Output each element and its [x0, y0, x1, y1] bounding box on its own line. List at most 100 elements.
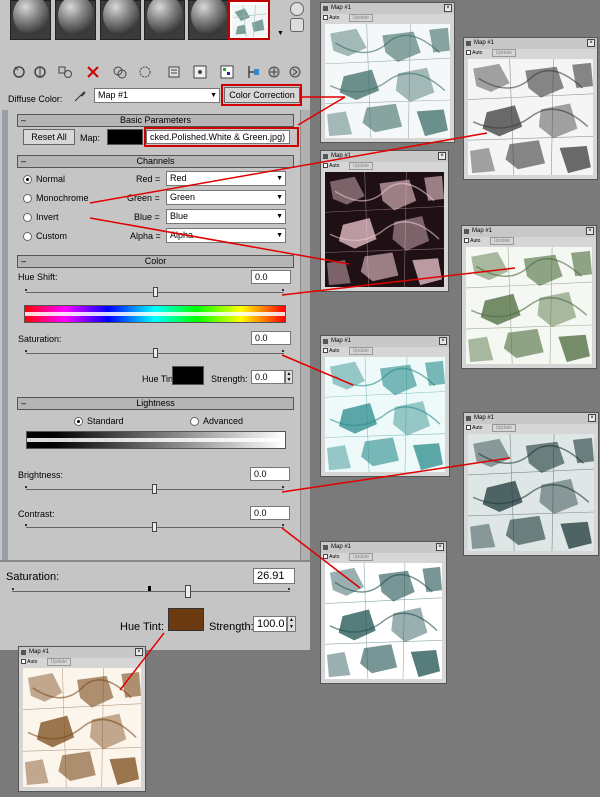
green-channel-select[interactable]: Green ▼ — [166, 190, 286, 205]
map-preview-window-contrast[interactable]: Map #1 × Auto Update — [320, 541, 447, 684]
map-preview-window-monochrome[interactable]: Map #1 × Auto Update — [463, 37, 598, 180]
sample-slot-4[interactable] — [144, 0, 185, 40]
zoom-hue-tint-swatch[interactable] — [168, 608, 204, 631]
sample-slot-3[interactable] — [100, 0, 141, 40]
sample-slot-active[interactable] — [228, 0, 270, 40]
close-icon[interactable]: × — [135, 648, 143, 656]
sample-type-icon[interactable] — [290, 2, 304, 16]
red-channel-select[interactable]: Red ▼ — [166, 171, 286, 186]
map-preview-window-brightness[interactable]: Map #1 × Auto Update — [463, 412, 599, 556]
zoom-saturation-input[interactable]: 26.91 — [253, 568, 295, 584]
update-button[interactable]: Update — [348, 347, 373, 355]
auto-checkbox[interactable] — [466, 50, 471, 56]
copy-material-icon[interactable] — [112, 64, 128, 80]
blue-channel-select[interactable]: Blue ▼ — [166, 209, 286, 224]
contrast-input[interactable]: 0.0 — [250, 506, 290, 520]
window-title-bar[interactable]: Map #1 × — [321, 151, 448, 162]
auto-checkbox[interactable] — [466, 425, 471, 431]
update-button[interactable]: Update — [348, 162, 373, 170]
strength-spinner-icon[interactable]: ▲ ▼ — [285, 370, 293, 384]
map-swatch[interactable] — [107, 129, 143, 145]
update-button[interactable]: Update — [348, 14, 373, 22]
brightness-thumb[interactable] — [152, 484, 157, 494]
map-name-field[interactable]: Map #1 ▼ — [94, 88, 220, 103]
basic-parameters-rollout[interactable]: – Basic Parameters — [17, 114, 294, 127]
unique-icon[interactable] — [137, 64, 153, 80]
lightness-rollout[interactable]: – Lightness — [17, 397, 294, 410]
update-button[interactable]: Update — [491, 49, 516, 57]
update-button[interactable]: Update — [46, 658, 71, 666]
alpha-channel-select[interactable]: Alpha ▼ — [166, 228, 286, 243]
window-title-bar[interactable]: Map #1 × — [321, 542, 446, 553]
auto-checkbox[interactable] — [21, 659, 26, 665]
window-title-bar[interactable]: Map #1 × — [464, 38, 597, 49]
assign-material-icon[interactable] — [57, 64, 73, 80]
auto-checkbox[interactable] — [323, 348, 328, 354]
invert-radio[interactable] — [23, 213, 32, 222]
saturation-thumb[interactable] — [153, 348, 158, 358]
update-button[interactable]: Update — [491, 424, 516, 432]
close-icon[interactable]: × — [587, 39, 595, 47]
pick-material-icon[interactable] — [73, 89, 87, 103]
strength-input[interactable]: 0.0 — [251, 370, 285, 384]
advanced-radio[interactable] — [190, 417, 199, 426]
saturation-input[interactable]: 0.0 — [251, 331, 291, 345]
get-material-icon[interactable] — [12, 64, 28, 80]
show-map-icon[interactable] — [219, 64, 235, 80]
zoom-saturation-track[interactable] — [12, 591, 290, 592]
window-title-bar[interactable]: Map #1 × — [462, 226, 596, 237]
put-to-library-icon[interactable] — [166, 64, 182, 80]
slider-tick — [282, 524, 284, 526]
update-button[interactable]: Update — [348, 553, 373, 561]
auto-checkbox[interactable] — [323, 163, 328, 169]
close-icon[interactable]: × — [439, 337, 447, 345]
hue-tint-swatch[interactable] — [172, 366, 204, 385]
reset-all-button[interactable]: Reset All — [23, 129, 75, 145]
auto-checkbox[interactable] — [323, 554, 328, 560]
map-preview-window-saturation[interactable]: Map #1 × Auto Update — [320, 335, 450, 477]
auto-checkbox[interactable] — [323, 15, 328, 21]
window-title-bar[interactable]: Map #1 × — [464, 413, 598, 424]
custom-radio[interactable] — [23, 232, 32, 241]
put-material-icon[interactable] — [32, 64, 48, 80]
brightness-input[interactable]: 0.0 — [250, 467, 290, 481]
scroll-down-icon[interactable]: ▼ — [277, 30, 284, 37]
close-icon[interactable]: × — [444, 4, 452, 12]
zoom-saturation-thumb[interactable] — [185, 585, 192, 598]
close-icon[interactable]: × — [436, 543, 444, 551]
update-button[interactable]: Update — [489, 237, 514, 245]
contrast-thumb[interactable] — [152, 522, 157, 532]
sample-slot-5[interactable] — [188, 0, 229, 40]
auto-checkbox[interactable] — [464, 238, 469, 244]
close-icon[interactable]: × — [586, 227, 594, 235]
sample-slot-1[interactable] — [10, 0, 51, 40]
normal-radio[interactable] — [23, 175, 32, 184]
map-preview-window-hue-tint[interactable]: Map #1 × Auto Update — [18, 646, 146, 792]
go-forward-icon[interactable] — [287, 64, 303, 80]
map-preview-window-invert[interactable]: Map #1 × Auto Update — [320, 150, 449, 292]
channels-rollout[interactable]: – Channels — [17, 155, 294, 168]
hue-shift-input[interactable]: 0.0 — [251, 270, 291, 284]
color-rollout[interactable]: – Color — [17, 255, 294, 268]
map-preview-window-original[interactable]: Map #1 × Auto Update — [320, 2, 455, 143]
zoom-strength-spinner-icon[interactable]: ▲ ▼ — [287, 616, 296, 632]
reset-icon[interactable] — [85, 64, 101, 80]
map-preview-window-hue-shift[interactable]: Map #1 × Auto Update — [461, 225, 597, 369]
sample-slot-2[interactable] — [55, 0, 96, 40]
monochrome-radio[interactable] — [23, 194, 32, 203]
backlight-icon[interactable] — [290, 18, 304, 32]
auto-label: Auto — [470, 238, 481, 244]
zoom-strength-input[interactable]: 100.0 — [253, 616, 287, 632]
show-end-result-icon[interactable] — [245, 64, 261, 80]
window-title-bar[interactable]: Map #1 × — [321, 3, 454, 14]
close-icon[interactable]: × — [438, 152, 446, 160]
map-window-icon — [323, 6, 328, 11]
window-title-bar[interactable]: Map #1 × — [321, 336, 449, 347]
standard-radio[interactable] — [74, 417, 83, 426]
go-to-parent-icon[interactable] — [266, 64, 282, 80]
panel-scrollbar[interactable] — [300, 110, 310, 560]
hue-shift-thumb[interactable] — [153, 287, 158, 297]
window-title-bar[interactable]: Map #1 × — [19, 647, 145, 658]
material-id-icon[interactable] — [192, 64, 208, 80]
close-icon[interactable]: × — [588, 414, 596, 422]
